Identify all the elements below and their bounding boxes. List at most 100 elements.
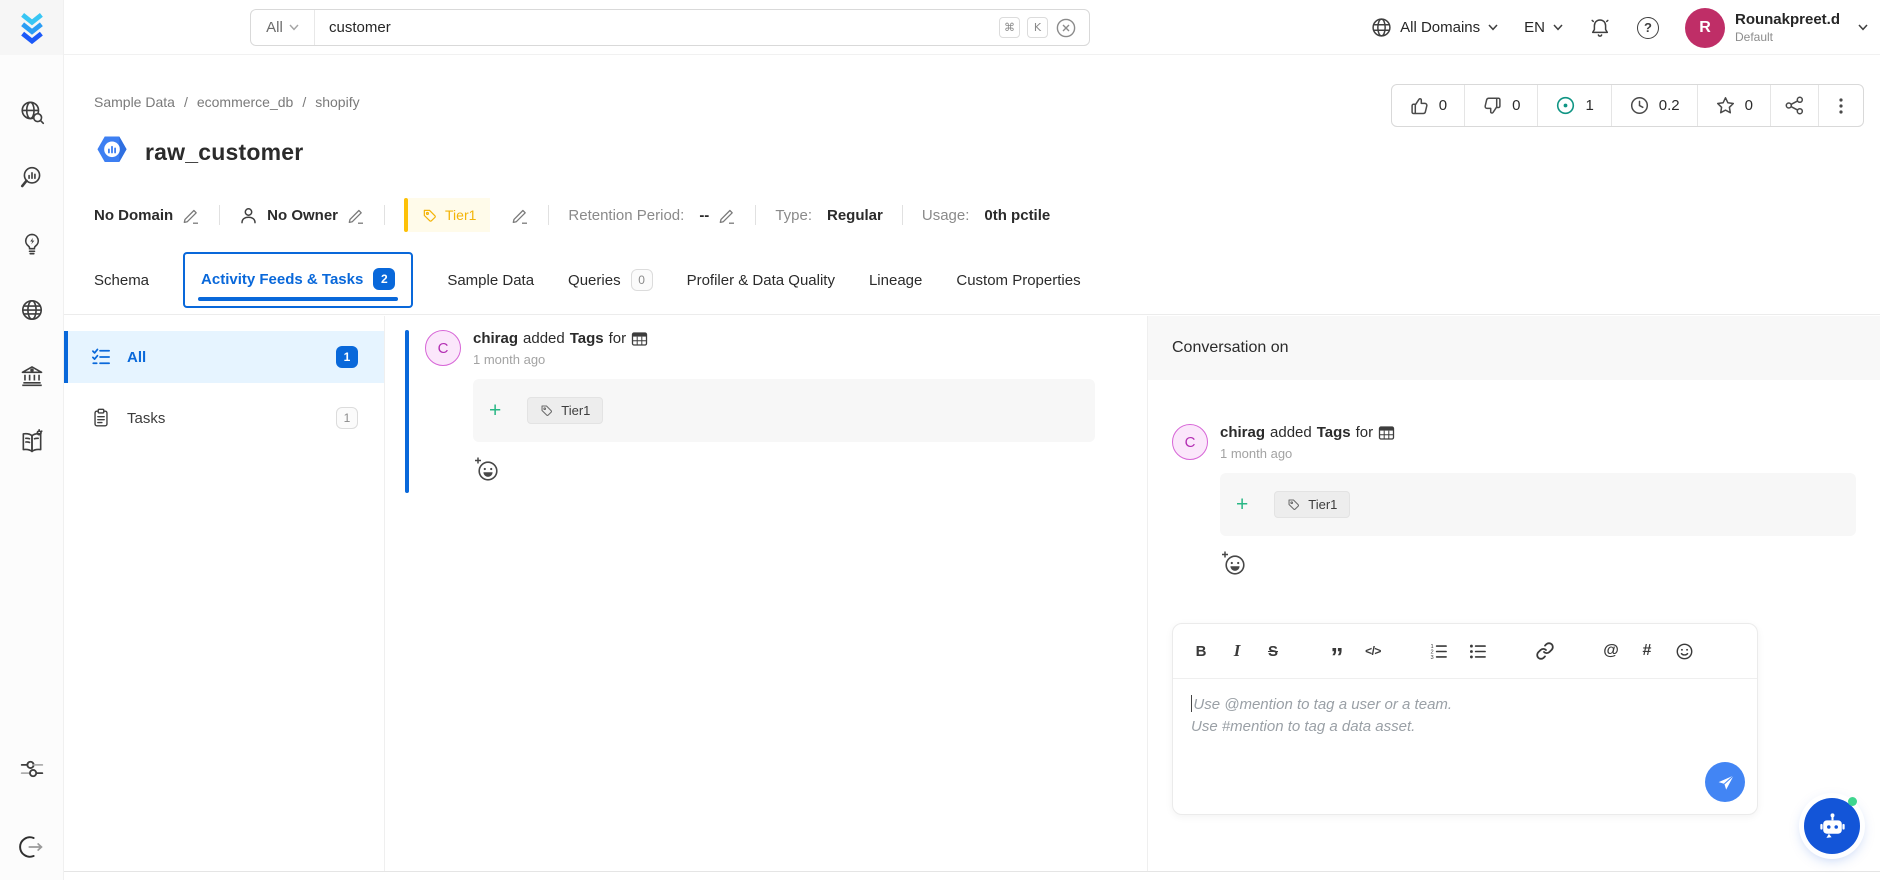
feed-item[interactable]: C chirag added Tags for 1 month ago + Ti… <box>405 330 1111 493</box>
app-logo[interactable] <box>0 0 63 55</box>
user-menu[interactable]: R Rounakpreet.d Default <box>1684 7 1868 48</box>
tier-field: Tier1 <box>404 198 529 232</box>
breadcrumb-database[interactable]: ecommerce_db <box>197 94 294 110</box>
breadcrumb-service[interactable]: Sample Data <box>94 94 175 110</box>
feed-filter-all-label: All <box>127 348 147 366</box>
code-block-button[interactable]: </> <box>1365 644 1381 658</box>
breadcrumb-schema[interactable]: shopify <box>315 94 359 110</box>
pencil-icon <box>719 209 735 224</box>
tab-custom-properties[interactable]: Custom Properties <box>956 272 1080 289</box>
follow-button[interactable]: 0 <box>1696 85 1770 126</box>
version-button[interactable]: 0.2 <box>1610 85 1697 126</box>
nav-observability[interactable] <box>17 163 47 193</box>
ordered-list-button[interactable]: 1 2 3 <box>1429 642 1448 661</box>
circle-dot-icon <box>1557 96 1575 115</box>
bold-button[interactable]: B <box>1193 643 1209 660</box>
clear-search-icon[interactable] <box>1055 17 1077 39</box>
kebab-menu-icon <box>1839 97 1843 114</box>
chevron-down-icon <box>1488 24 1498 31</box>
editor-toolbar: B I S ” </> 1 2 3 @ # <box>1173 624 1757 679</box>
upvote-button[interactable]: 0 <box>1392 85 1464 126</box>
explore-search-icon <box>20 101 44 125</box>
tag-icon <box>541 405 553 416</box>
nav-glossary[interactable] <box>17 427 47 457</box>
tab-lineage[interactable]: Lineage <box>869 272 922 289</box>
strikethrough-button[interactable]: S <box>1265 643 1281 660</box>
more-actions-button[interactable] <box>1818 85 1863 126</box>
conversation-header: Conversation on <box>1148 316 1880 380</box>
chevron-down-icon <box>1553 24 1563 31</box>
add-reaction-icon <box>475 457 498 481</box>
add-tag-plus[interactable]: + <box>489 400 501 421</box>
assistant-bot-button[interactable] <box>1804 797 1860 854</box>
hashtag-button[interactable]: # <box>1639 642 1655 660</box>
bullet-list-button[interactable] <box>1468 642 1487 661</box>
nav-explore[interactable] <box>17 97 47 127</box>
add-reaction-button[interactable] <box>473 456 501 483</box>
emoji-button[interactable] <box>1675 642 1694 661</box>
user-name: Rounakpreet.d <box>1734 11 1840 28</box>
author-avatar: C <box>425 330 461 366</box>
pencil-icon <box>183 209 199 224</box>
nav-settings[interactable] <box>17 754 47 784</box>
tab-queries[interactable]: Queries 0 <box>568 269 653 291</box>
conversation-author[interactable]: chirag <box>1220 424 1265 441</box>
conversation-tags-box: + Tier1 <box>1220 473 1856 536</box>
tab-activity-feeds[interactable]: Activity Feeds & Tasks 2 <box>183 252 414 308</box>
conversations-button[interactable]: 1 <box>1537 85 1610 126</box>
retention-value: -- <box>699 206 710 224</box>
edit-owner-button[interactable] <box>347 206 365 225</box>
link-button[interactable] <box>1535 641 1555 661</box>
add-reaction-button[interactable] <box>1220 550 1248 577</box>
downvote-button[interactable]: 0 <box>1464 85 1537 126</box>
tier-tag[interactable]: Tier1 <box>404 198 491 232</box>
domains-dropdown[interactable]: All Domains <box>1371 17 1498 38</box>
tag-chip[interactable]: Tier1 <box>527 397 604 424</box>
mention-button[interactable]: @ <box>1603 642 1619 660</box>
nav-insights[interactable] <box>17 229 47 259</box>
reply-input[interactable]: Use @mention to tag a user or a team. Us… <box>1173 679 1757 814</box>
clipboard-icon <box>94 408 108 427</box>
bell-icon <box>1591 18 1609 37</box>
italic-button[interactable]: I <box>1229 641 1245 661</box>
add-reaction-icon <box>1222 551 1245 575</box>
tab-schema[interactable]: Schema <box>94 272 149 289</box>
table-entity-icon <box>632 331 648 346</box>
help-button[interactable]: ? <box>1636 16 1659 39</box>
conversation-panel: Conversation on C chirag added Tags for <box>1147 316 1880 871</box>
usage-value: 0th pctile <box>984 206 1051 224</box>
tab-sample-data[interactable]: Sample Data <box>447 272 534 289</box>
metrics-magnifier-icon <box>20 166 40 188</box>
bullet-list-icon <box>1469 644 1486 658</box>
send-button[interactable] <box>1705 762 1745 802</box>
edit-domain-button[interactable] <box>182 206 200 225</box>
search-input[interactable]: customer <box>315 19 999 36</box>
pencil-icon <box>348 209 364 224</box>
upvote-count: 0 <box>1438 97 1448 114</box>
editor-placeholder-line2: Use #mention to tag a data asset. <box>1191 717 1416 735</box>
emoji-icon <box>1676 643 1693 659</box>
tab-profiler[interactable]: Profiler & Data Quality <box>687 272 835 289</box>
language-dropdown[interactable]: EN <box>1524 19 1563 36</box>
nav-govern[interactable] <box>17 361 47 391</box>
notifications-button[interactable] <box>1589 17 1611 39</box>
logout-button[interactable] <box>17 832 47 862</box>
blockquote-button[interactable]: ” <box>1329 640 1345 670</box>
tag-label: Tier1 <box>561 403 591 418</box>
version-number: 0.2 <box>1658 97 1680 114</box>
edit-tier-button[interactable] <box>511 206 529 225</box>
feed-filter-all[interactable]: All 1 <box>64 331 384 383</box>
globe-icon <box>1372 18 1391 37</box>
nav-domains[interactable] <box>17 295 47 325</box>
search-scope-dropdown[interactable]: All <box>251 10 315 45</box>
add-tag-plus[interactable]: + <box>1236 494 1248 515</box>
feed-filter-tasks[interactable]: Tasks 1 <box>64 392 384 444</box>
domains-label: All Domains <box>1400 19 1481 36</box>
edit-retention-button[interactable] <box>718 206 736 225</box>
ordered-list-icon: 1 2 3 <box>1431 643 1447 660</box>
tag-icon <box>423 209 436 222</box>
global-search[interactable]: All customer ⌘ K <box>250 9 1090 46</box>
tag-chip[interactable]: Tier1 <box>1274 491 1351 518</box>
share-button[interactable] <box>1770 85 1818 126</box>
feed-author[interactable]: chirag <box>473 330 518 347</box>
